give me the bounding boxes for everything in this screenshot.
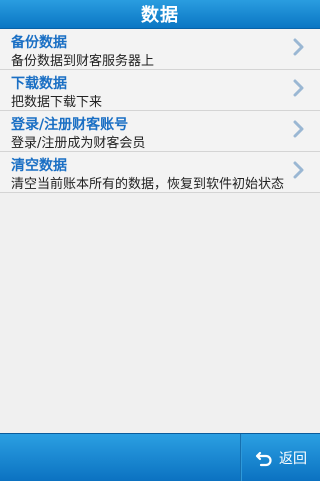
item-subtitle: 登录/注册成为财客会员	[11, 136, 146, 151]
item-subtitle: 备份数据到财客服务器上	[11, 54, 155, 69]
list-item-backup[interactable]: 备份数据 备份数据到财客服务器上	[0, 29, 320, 70]
undo-arrow-icon	[255, 451, 272, 466]
title-bar: 数据	[0, 0, 320, 29]
item-title: 下载数据	[11, 76, 67, 92]
item-subtitle: 清空当前账本所有的数据，恢复到软件初始状态	[11, 177, 285, 192]
chevron-right-icon	[293, 161, 304, 179]
list-item-clear-data[interactable]: 清空数据 清空当前账本所有的数据，恢复到软件初始状态	[0, 152, 320, 193]
chevron-right-icon	[293, 79, 304, 97]
back-button[interactable]: 返回	[242, 434, 320, 481]
item-title: 清空数据	[11, 158, 67, 174]
chevron-right-icon	[293, 38, 304, 56]
list-item-login-register[interactable]: 登录/注册财客账号 登录/注册成为财客会员	[0, 111, 320, 152]
bottom-bar: 返回	[0, 433, 320, 481]
back-button-label: 返回	[279, 450, 307, 467]
item-title: 登录/注册财客账号	[11, 117, 129, 133]
list-item-download[interactable]: 下载数据 把数据下载下来	[0, 70, 320, 111]
page-title: 数据	[141, 5, 179, 26]
settings-list: 备份数据 备份数据到财客服务器上 下载数据 把数据下载下来 登录/注册财客账号 …	[0, 29, 320, 193]
item-title: 备份数据	[11, 35, 67, 51]
item-subtitle: 把数据下载下来	[11, 95, 103, 110]
chevron-right-icon	[293, 120, 304, 138]
